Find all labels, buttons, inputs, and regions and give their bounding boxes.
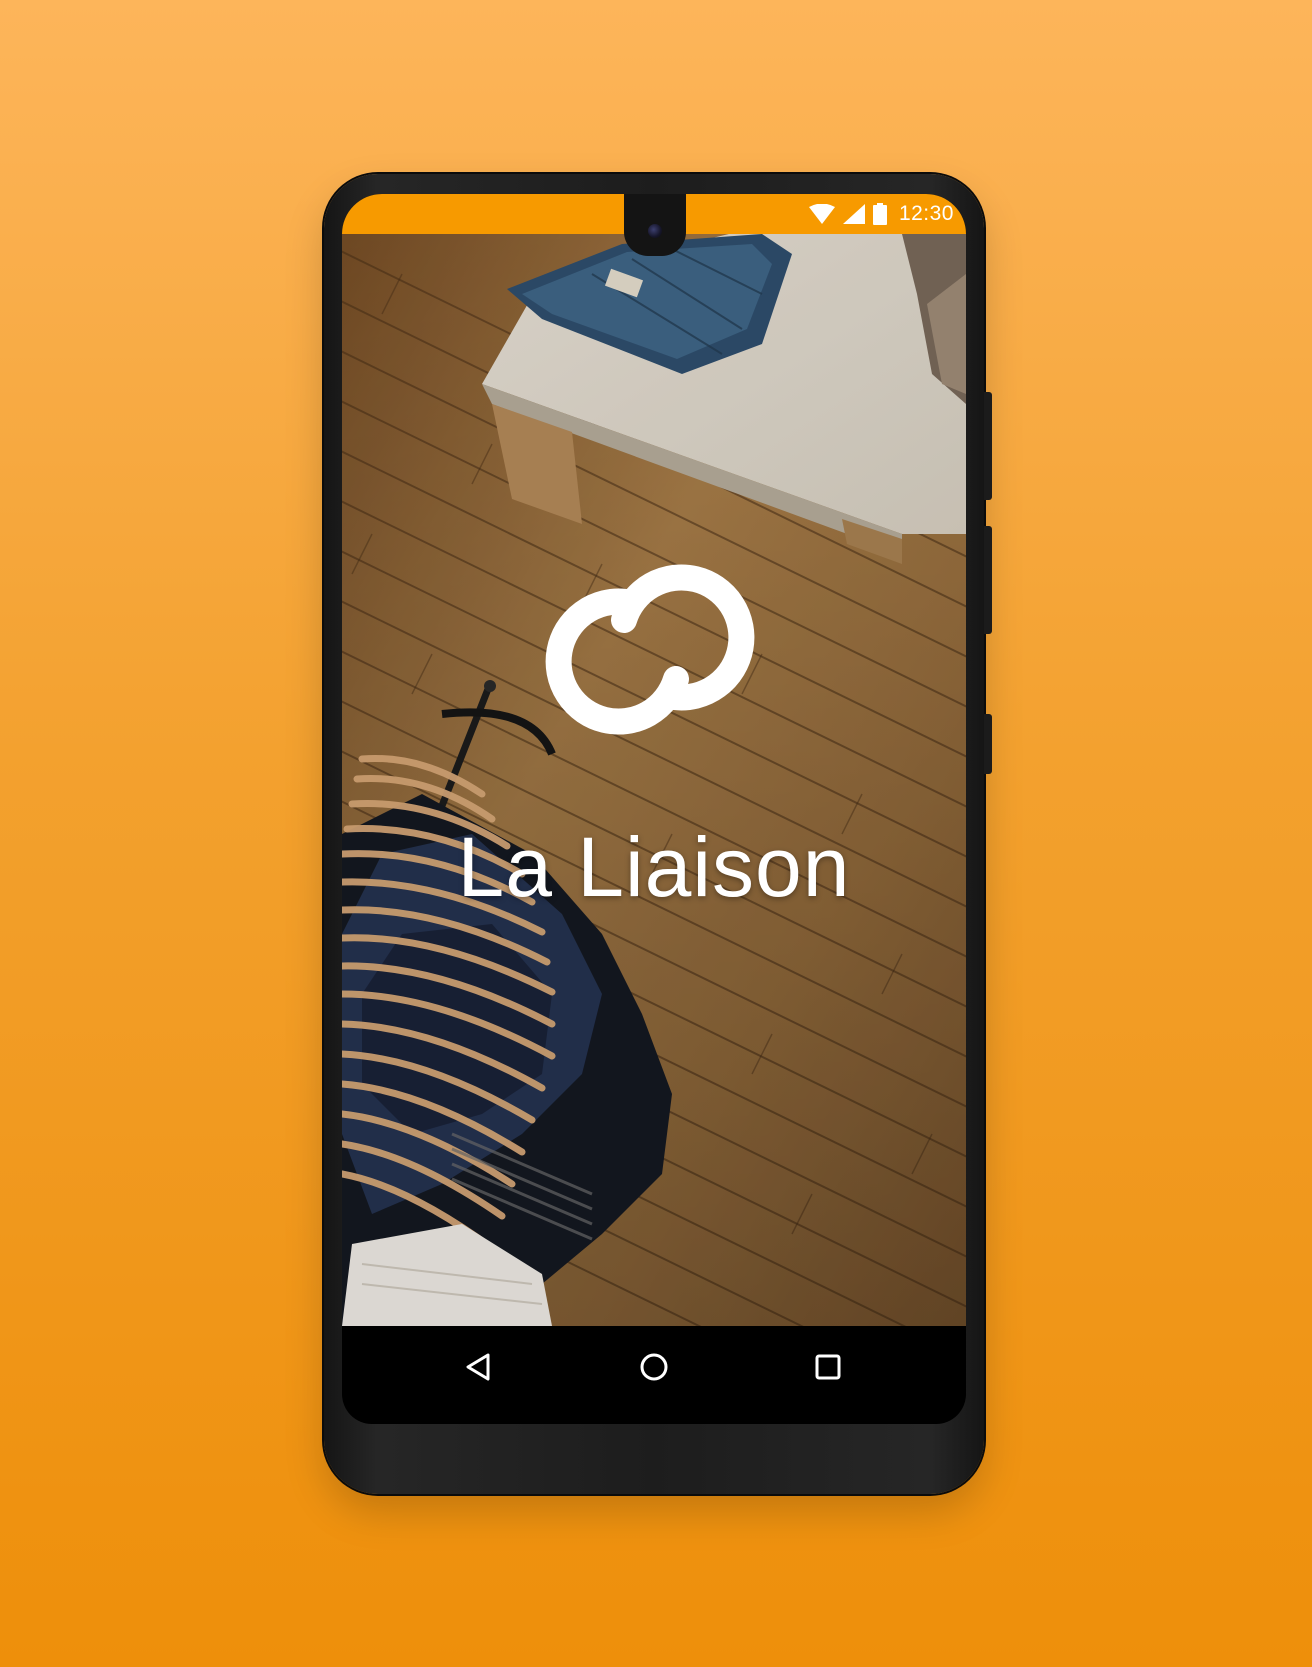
- app-logo-icon: [545, 564, 755, 735]
- front-camera-icon: [648, 224, 662, 238]
- home-icon[interactable]: [634, 1347, 674, 1387]
- status-time: 12:30: [898, 202, 954, 225]
- back-icon[interactable]: [458, 1347, 498, 1387]
- power-button: [984, 714, 992, 774]
- camera-notch: [624, 194, 686, 256]
- battery-icon: [872, 203, 887, 225]
- phone-frame: 12:30 La Liaison: [324, 174, 992, 1494]
- volume-up-button: [984, 392, 992, 500]
- store-background-image: [342, 234, 966, 1326]
- recents-icon[interactable]: [808, 1347, 848, 1387]
- navigation-bar: [342, 1326, 966, 1408]
- status-icons: 12:30: [808, 194, 954, 234]
- cellular-signal-icon: [842, 204, 865, 224]
- app-name: La Liaison: [457, 820, 851, 914]
- volume-down-button: [984, 526, 992, 634]
- wifi-icon: [808, 204, 835, 224]
- phone-screen: 12:30 La Liaison: [342, 194, 966, 1424]
- status-bar: 12:30: [342, 194, 966, 256]
- splash-screen: La Liaison: [342, 234, 966, 1326]
